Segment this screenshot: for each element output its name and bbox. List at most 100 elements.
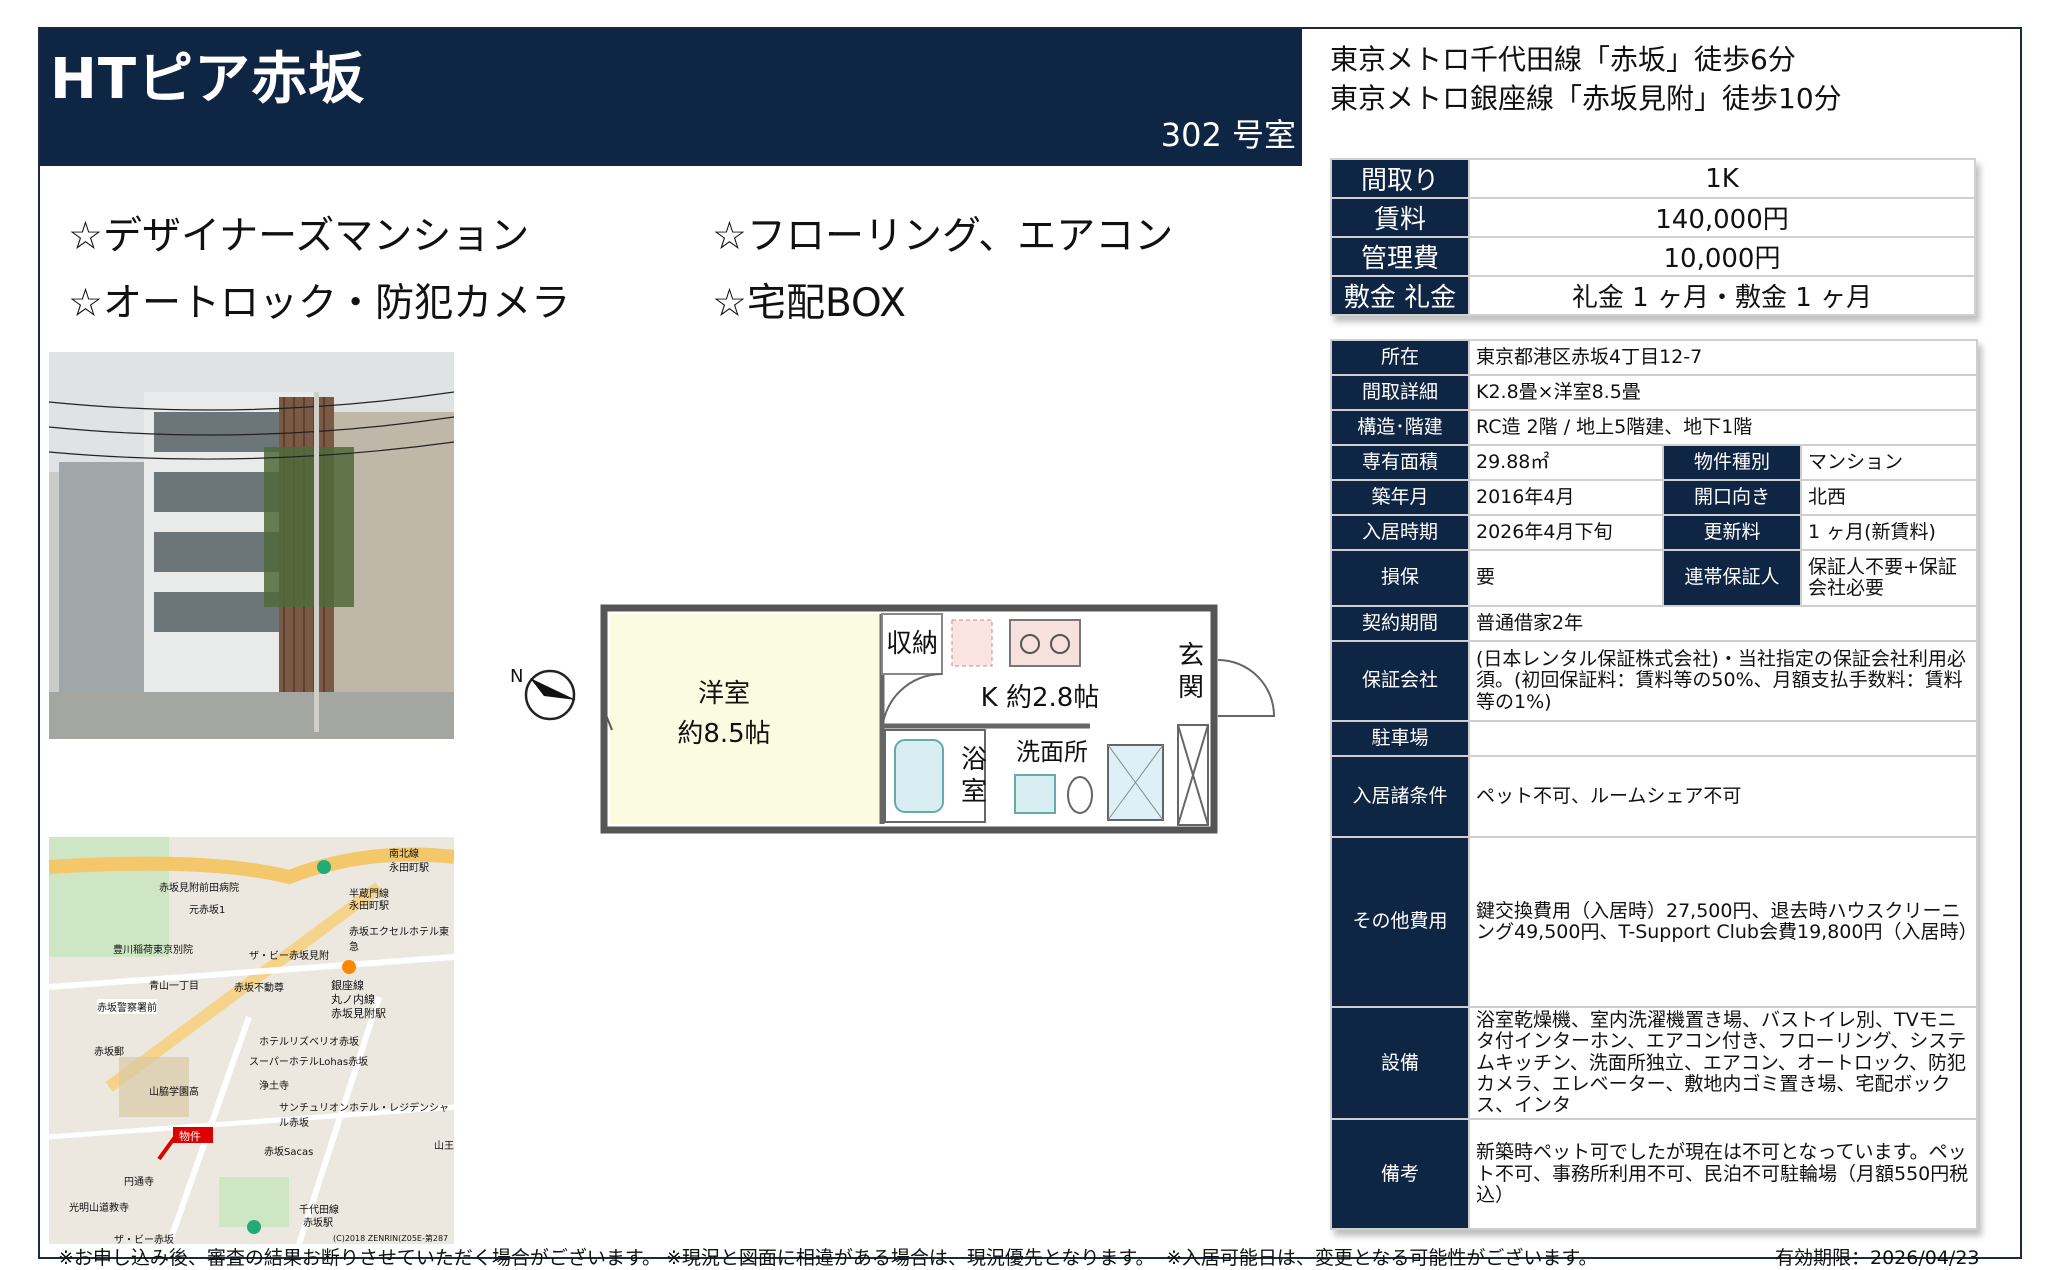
bath-label-1: 浴	[961, 745, 987, 775]
map-label: 赤坂不動尊	[234, 983, 284, 994]
detail-label: 損保	[1330, 549, 1470, 607]
bath-label-2: 室	[961, 777, 987, 807]
detail-label: 連帯保証人	[1662, 549, 1802, 607]
western-room-size: 約8.5帖	[677, 719, 770, 749]
floor-plan: N 洋室 約8.5帖 収納 K 約2.8帖 玄 関 浴 室 洗面所	[510, 604, 1276, 834]
map-label: 赤坂見附駅	[331, 1007, 386, 1020]
entrance-label-1: 玄	[1178, 641, 1204, 671]
map-label: 円通寺	[124, 1177, 154, 1188]
detail-value: 2016年4月	[1468, 479, 1664, 516]
feature-designers: ☆デザイナーズマンション	[68, 214, 530, 259]
building-photo	[49, 352, 454, 739]
compass-label: N	[510, 666, 523, 687]
detail-label: 契約期間	[1330, 605, 1470, 642]
detail-value	[1467, 720, 1979, 757]
detail-value: (日本レンタル保証株式会社)・当社指定の保証会社利用必須。(初回保証料：賃料等の…	[1467, 640, 1979, 722]
map-pin-label: 物件	[179, 1130, 201, 1143]
detail-value: 1 ヶ月(新賃料)	[1799, 514, 1979, 551]
western-room-label: 洋室	[698, 679, 750, 709]
detail-value: 新築時ペット可でしたが現在は不可となっています。ペット不可、事務所利用不可、民泊…	[1467, 1118, 1979, 1231]
storage-label: 収納	[886, 629, 938, 659]
area-map: 物件 南北線 永田町駅 半蔵門線 永田町駅 赤坂見附前田病院 元赤坂1 赤坂エク…	[49, 837, 454, 1244]
table-row: 専有面積 29.88㎡ 物件種別 マンション	[1330, 444, 1979, 481]
detail-label: 設備	[1330, 1005, 1470, 1121]
summary-row-management-fee: 管理費 10,000円	[1330, 236, 1976, 277]
detail-value: マンション	[1799, 444, 1979, 481]
access-line-2: 東京メトロ銀座線「赤坂見附」徒歩10分	[1330, 82, 1842, 115]
map-label: スーパーホテルLohas赤坂	[249, 1057, 369, 1068]
summary-label: 賃料	[1330, 197, 1470, 238]
map-label: ホテルリズベリオ赤坂	[259, 1037, 359, 1048]
summary-row-layout: 間取り 1K	[1330, 158, 1976, 199]
detail-value: ペット不可、ルームシェア不可	[1467, 755, 1979, 838]
feature-autolock-camera: ☆オートロック・防犯カメラ	[68, 281, 571, 326]
summary-label: 敷金 礼金	[1330, 275, 1470, 316]
compass-icon: N	[510, 666, 576, 721]
detail-value: 鍵交換費用（入居時）27,500円、退去時ハウスクリーニング49,500円、T-…	[1467, 836, 1979, 1008]
detail-label: 専有面積	[1330, 444, 1470, 481]
table-row: 間取詳細 K2.8畳×洋室8.5畳	[1330, 374, 1979, 411]
table-row: 所在 東京都港区赤坂4丁目12-7	[1330, 339, 1979, 376]
detail-value: 北西	[1799, 479, 1979, 516]
map-label: 山王	[434, 1141, 454, 1152]
feature-flooring-aircon: ☆フローリング、エアコン	[712, 214, 1174, 259]
detail-label: 築年月	[1330, 479, 1470, 516]
map-label: 青山一丁目	[149, 981, 199, 992]
map-label: 赤坂見附前田病院	[159, 883, 239, 894]
detail-value: 東京都港区赤坂4丁目12-7	[1467, 339, 1979, 376]
table-row: 備考 新築時ペット可でしたが現在は不可となっています。ペット不可、事務所利用不可…	[1330, 1118, 1979, 1231]
map-label: 南北線	[389, 849, 419, 860]
detail-label: 間取詳細	[1330, 374, 1470, 411]
map-label: 永田町駅	[349, 901, 389, 912]
table-row: 駐車場	[1330, 720, 1979, 757]
map-label: 永田町駅	[389, 863, 429, 874]
map-label: 赤坂駅	[303, 1218, 333, 1229]
summary-value: 1K	[1468, 158, 1976, 199]
table-row: 設備 浴室乾燥機、室内洗濯機置き場、バストイレ別、TVモニタ付インターホン、エア…	[1330, 1005, 1979, 1121]
detail-label: 構造･階建	[1330, 409, 1470, 446]
detail-label: 物件種別	[1662, 444, 1802, 481]
detail-label: 駐車場	[1330, 720, 1470, 757]
detail-value: 普通借家2年	[1467, 605, 1979, 642]
summary-table: 間取り 1K 賃料 140,000円 管理費 10,000円 敷金 礼金 礼金 …	[1330, 158, 1976, 316]
details-table: 所在 東京都港区赤坂4丁目12-7 間取詳細 K2.8畳×洋室8.5畳 構造･階…	[1330, 339, 1979, 1231]
detail-value: 浴室乾燥機、室内洗濯機置き場、バストイレ別、TVモニタ付インターホン、エアコン付…	[1467, 1005, 1979, 1121]
map-label: サンチュリオンホテル・レジデンシャル赤坂	[279, 1103, 449, 1129]
map-label: 赤坂警察署前	[97, 999, 157, 1014]
detail-value: 保証人不要+保証会社必要	[1799, 549, 1979, 607]
detail-value: K2.8畳×洋室8.5畳	[1467, 374, 1979, 411]
table-row: その他費用 鍵交換費用（入居時）27,500円、退去時ハウスクリーニング49,5…	[1330, 836, 1979, 1008]
detail-value: 要	[1468, 549, 1664, 607]
entrance-label-2: 関	[1178, 673, 1204, 703]
table-row: 保証会社 (日本レンタル保証株式会社)・当社指定の保証会社利用必須。(初回保証料…	[1330, 640, 1979, 722]
footer-note-1: ※お申し込み後、審査の結果お断りさせていただく場合がございます。	[58, 1247, 662, 1269]
summary-row-rent: 賃料 140,000円	[1330, 197, 1976, 238]
summary-value: 礼金 1 ヶ月・敷金 1 ヶ月	[1468, 275, 1976, 316]
table-row: 損保 要 連帯保証人 保証人不要+保証会社必要	[1330, 549, 1979, 607]
footer-note-2: ※現況と図面に相違がある場合は、現況優先となります。	[666, 1247, 1155, 1269]
table-row: 入居諸条件 ペット不可、ルームシェア不可	[1330, 755, 1979, 838]
footer-note-3: ※入居可能日は、変更となる可能性がございます。	[1166, 1247, 1598, 1269]
summary-value: 140,000円	[1468, 197, 1976, 238]
map-label: 赤坂郵	[94, 1047, 124, 1058]
property-title: HTピア赤坂	[50, 47, 366, 112]
detail-value: 29.88㎡	[1468, 444, 1664, 481]
table-row: 入居時期 2026年4月下旬 更新料 1 ヶ月(新賃料)	[1330, 514, 1979, 551]
map-label: 豊川稲荷東京別院	[113, 945, 193, 956]
washroom-label: 洗面所	[1016, 738, 1088, 766]
table-row: 契約期間 普通借家2年	[1330, 605, 1979, 642]
summary-label: 間取り	[1330, 158, 1470, 199]
access-line-1: 東京メトロ千代田線「赤坂」徒歩6分	[1330, 43, 1796, 76]
map-label: 山脇学園高	[149, 1087, 199, 1098]
feature-delivery-box: ☆宅配BOX	[712, 281, 906, 326]
detail-value: 2026年4月下旬	[1468, 514, 1664, 551]
map-label: 浄土寺	[259, 1081, 289, 1092]
map-label: 光明山道教寺	[69, 1203, 129, 1214]
detail-label: 開口向き	[1662, 479, 1802, 516]
detail-value: RC造 2階 / 地上5階建、地下1階	[1467, 409, 1979, 446]
map-label: 元赤坂1	[189, 905, 226, 916]
map-label: 赤坂エクセルホテル東急	[349, 927, 449, 953]
table-row: 築年月 2016年4月 開口向き 北西	[1330, 479, 1979, 516]
map-label: ザ・ビー赤坂見附	[249, 951, 329, 962]
summary-value: 10,000円	[1468, 236, 1976, 277]
